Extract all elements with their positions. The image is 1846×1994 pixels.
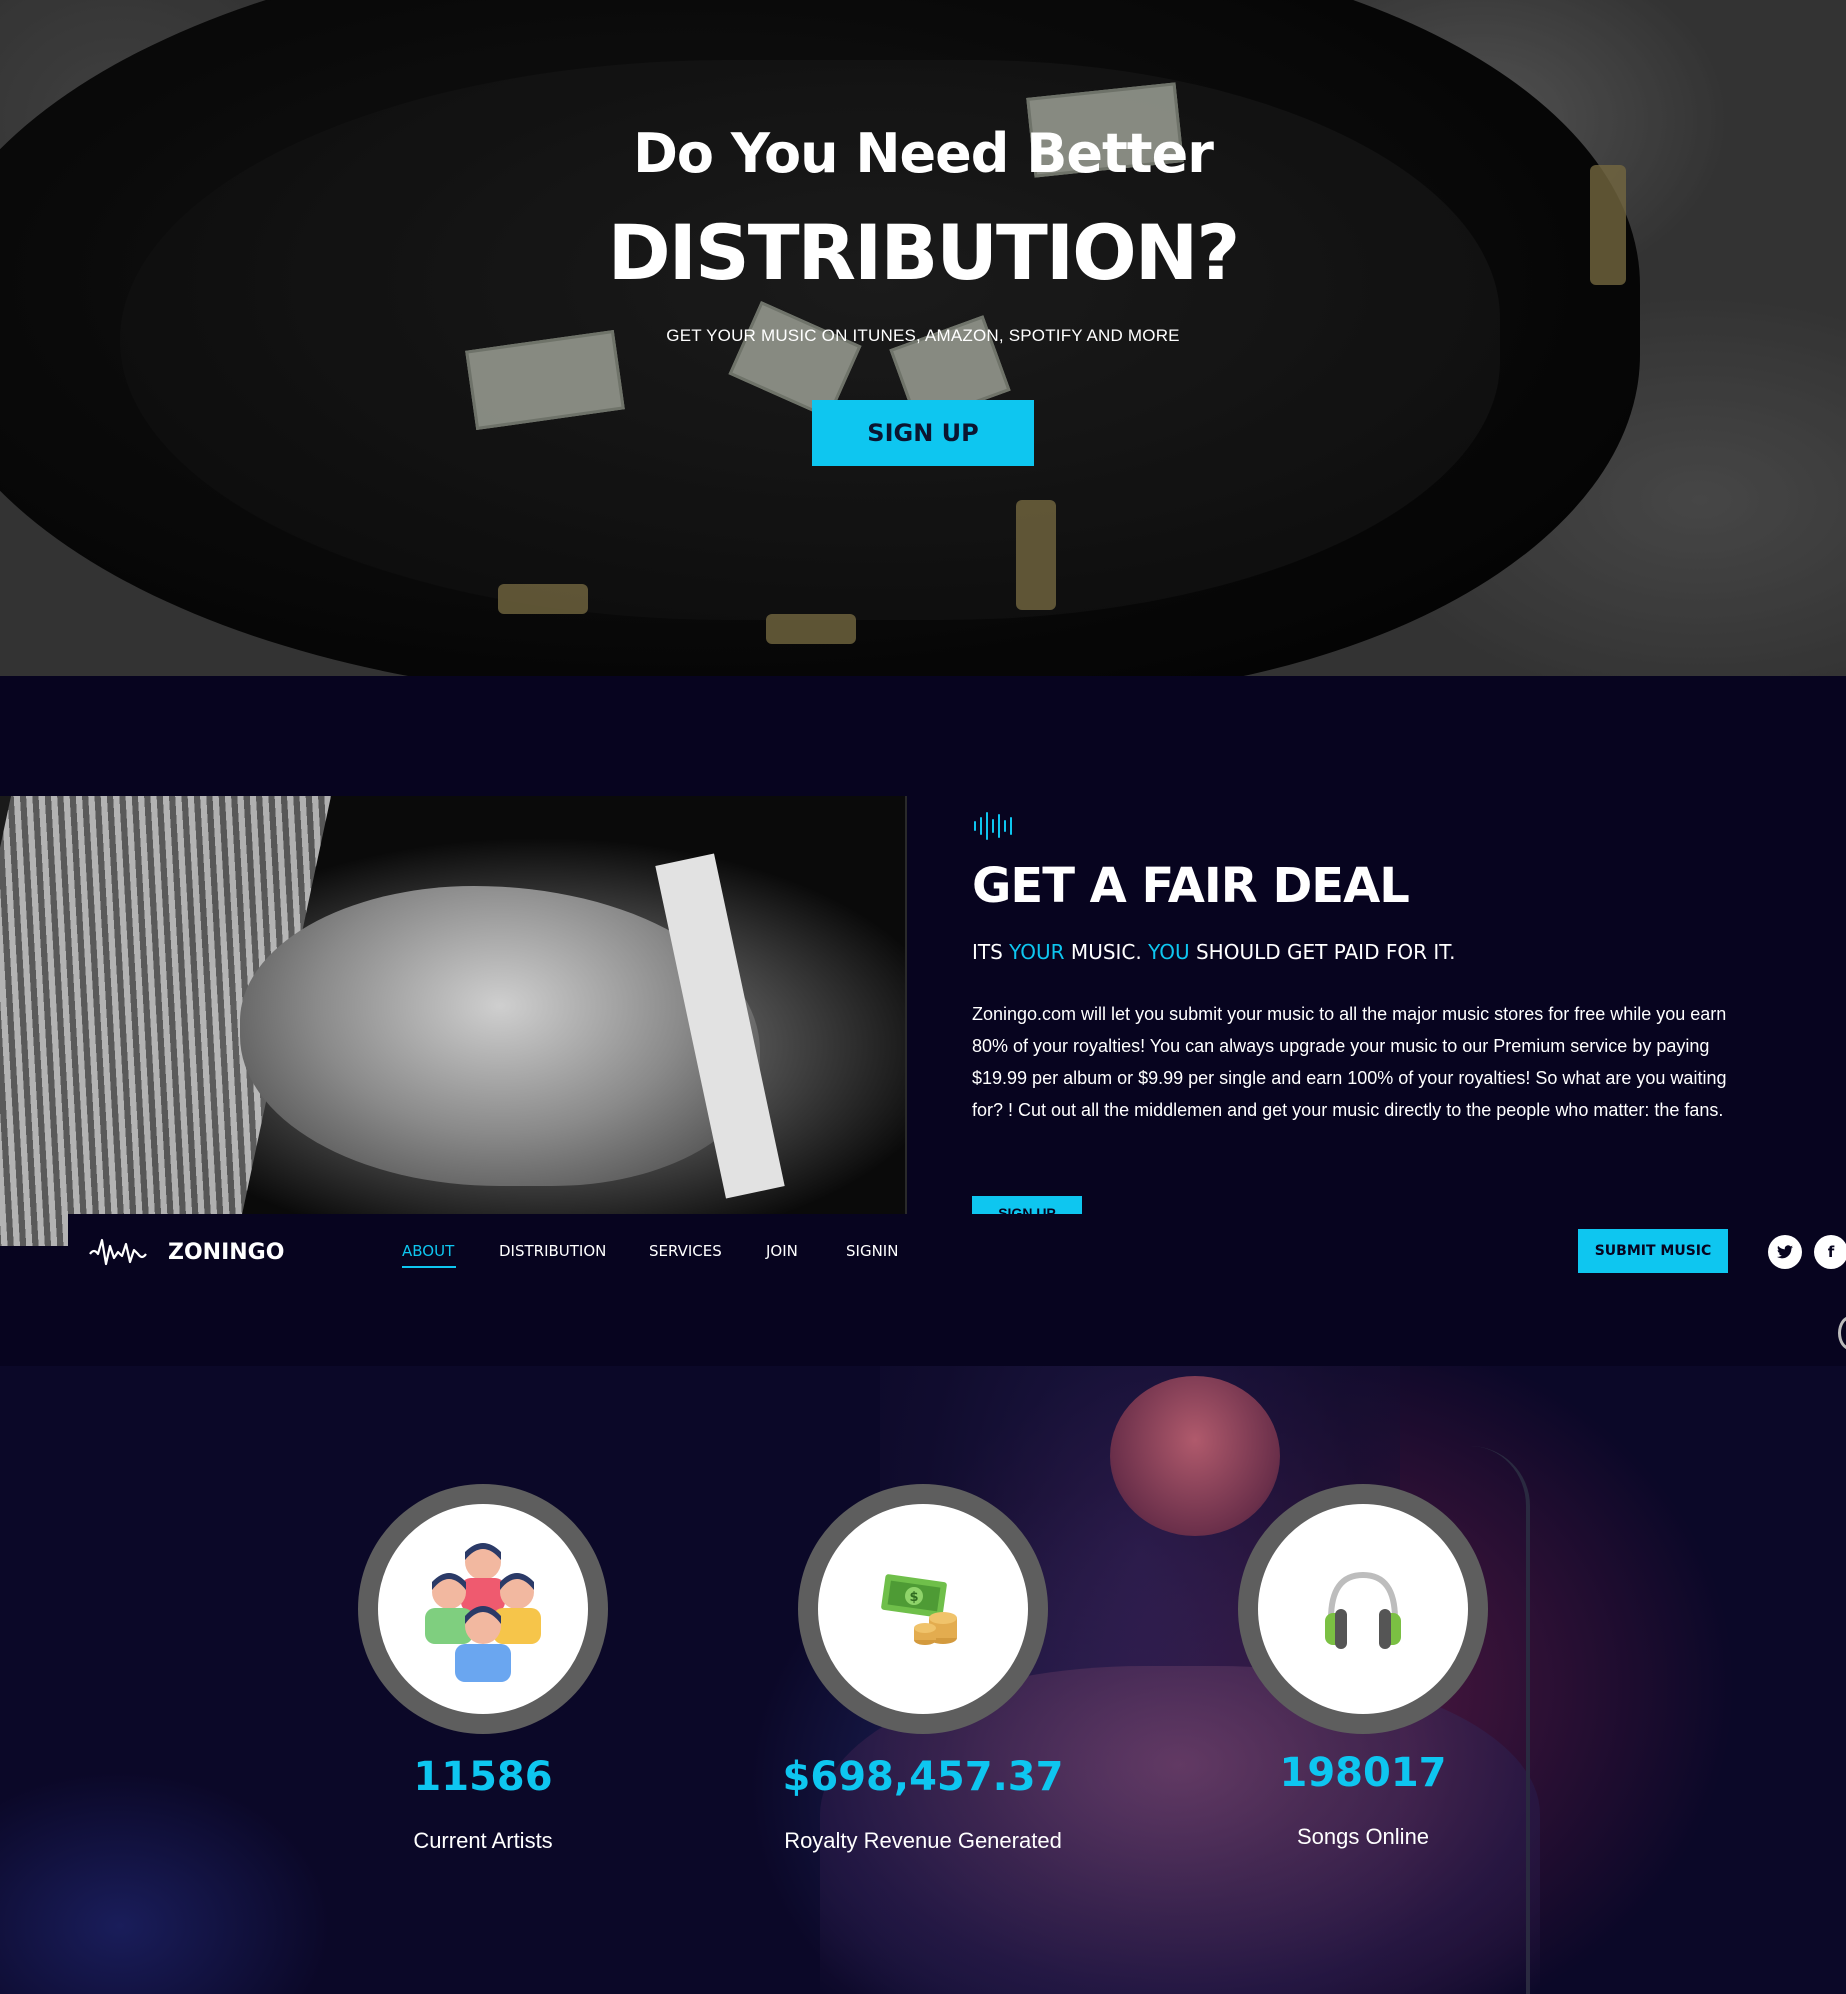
stat-disc: $ [818, 1504, 1028, 1714]
subheading-highlight-you: YOU [1148, 940, 1190, 964]
nav-item-distribution[interactable]: DISTRIBUTION [499, 1242, 606, 1260]
stat-disc [1258, 1504, 1468, 1714]
fair-deal-description: Zoningo.com will let you submit your mus… [972, 1004, 1727, 1120]
handshake-image [0, 796, 907, 1246]
fair-deal-heading: GET A FAIR DEAL [972, 858, 1410, 914]
people-group-icon [425, 1543, 541, 1682]
nav-active-indicator [402, 1266, 456, 1268]
stat-value: 11586 [413, 1754, 553, 1800]
subheading-highlight-your: YOUR [1009, 940, 1065, 964]
nav-item-about[interactable]: ABOUT [402, 1242, 454, 1260]
money-coins-icon: $ [881, 1574, 957, 1645]
submit-music-button[interactable]: SUBMIT MUSIC [1578, 1229, 1728, 1273]
twitter-icon[interactable] [1768, 1235, 1802, 1269]
fair-deal-signup-button[interactable]: SIGN UP [972, 1196, 1082, 1214]
hero-section: Do You Need Better DISTRIBUTION? GET YOU… [0, 0, 1846, 676]
stat-disc [378, 1504, 588, 1714]
hero-title-line2: DISTRIBUTION? [607, 208, 1241, 297]
stat-label: Songs Online [1296, 1824, 1430, 1849]
stat-label: Current Artists [413, 1828, 553, 1853]
stat-ring [358, 1484, 608, 1734]
stat-value: $698,457.37 [782, 1754, 1064, 1800]
headphones-icon [1325, 1571, 1401, 1649]
brand-name: ZONINGO [168, 1239, 285, 1265]
stat-ring [1238, 1484, 1488, 1734]
brand-logo[interactable]: ZONINGO [88, 1234, 284, 1270]
stat-songs: 198017 Songs Online [1238, 1484, 1488, 1849]
fair-deal-subheading: ITS YOUR MUSIC. YOU SHOULD GET PAID FOR … [972, 940, 1455, 964]
twitter-bird-glyph [1777, 1245, 1793, 1259]
hero-subtitle: GET YOUR MUSIC ON ITUNES, AMAZON, SPOTIF… [666, 326, 1180, 345]
nav-item-join[interactable]: JOIN [766, 1242, 798, 1260]
nav-item-signin[interactable]: SIGNIN [846, 1242, 898, 1260]
stat-revenue: $ $698,457.37 Royalty Revenue Generated [783, 1484, 1063, 1853]
nav-item-services[interactable]: SERVICES [649, 1242, 722, 1260]
facebook-glyph: f [1827, 1243, 1835, 1261]
svg-text:$: $ [909, 1590, 918, 1605]
stat-label: Royalty Revenue Generated [784, 1828, 1062, 1853]
waveform-logo-icon [89, 1238, 147, 1266]
stat-artists: 11586 Current Artists [358, 1484, 608, 1853]
stat-value: 198017 [1279, 1750, 1447, 1796]
subheading-text: ITS [972, 940, 1010, 964]
stat-ring: $ [798, 1484, 1048, 1734]
subheading-text: SHOULD GET PAID FOR IT. [1189, 940, 1456, 964]
sound-wave-icon [974, 812, 1012, 840]
facebook-icon[interactable]: f [1814, 1235, 1846, 1269]
subheading-text: MUSIC. [1064, 940, 1149, 964]
hero-signup-button[interactable]: SIGN UP [812, 400, 1034, 466]
hero-title-line1: Do You Need Better [633, 122, 1214, 185]
